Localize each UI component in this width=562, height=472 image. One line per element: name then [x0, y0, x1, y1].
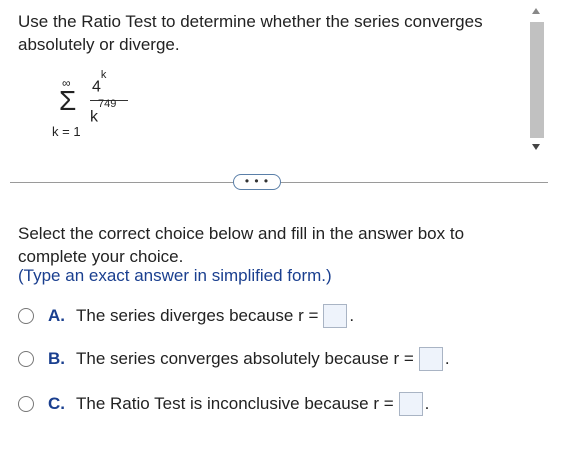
- denominator: k749: [90, 98, 116, 126]
- instructions-text: Select the correct choice below and fill…: [18, 224, 465, 266]
- numerator: 4k: [92, 69, 106, 96]
- scrollbar-thumb[interactable]: [530, 22, 544, 138]
- radio-choice-b[interactable]: [18, 351, 34, 367]
- choice-c-period: .: [424, 394, 430, 413]
- choice-c-text: The Ratio Test is inconclusive because r…: [76, 394, 394, 413]
- choice-b[interactable]: B. The series converges absolutely becau…: [18, 346, 450, 372]
- choice-c[interactable]: C. The Ratio Test is inconclusive becaus…: [18, 391, 429, 417]
- answer-format-hint: (Type an exact answer in simplified form…: [18, 266, 332, 285]
- numerator-base: 4: [92, 78, 101, 96]
- denominator-exponent: 749: [98, 98, 117, 110]
- sigma-symbol: Σ: [59, 85, 77, 116]
- answer-box-a[interactable]: [323, 304, 348, 328]
- choice-c-letter: C.: [48, 394, 65, 413]
- more-options-button[interactable]: • • •: [233, 174, 281, 190]
- scroll-up-arrow-icon[interactable]: [532, 8, 540, 14]
- choice-a[interactable]: A. The series diverges because r = .: [18, 303, 354, 329]
- denominator-base: k: [90, 108, 98, 126]
- choice-b-period: .: [444, 349, 450, 368]
- series-expression: ∞ Σ k = 1 4k k749: [52, 69, 162, 146]
- lower-limit: k = 1: [52, 124, 81, 139]
- choice-a-period: .: [349, 306, 355, 325]
- radio-choice-c[interactable]: [18, 396, 34, 412]
- answer-box-b[interactable]: [418, 347, 443, 371]
- question-prompt: Use the Ratio Test to determine whether …: [18, 12, 483, 54]
- scroll-down-arrow-icon[interactable]: [532, 144, 540, 150]
- numerator-exponent: k: [100, 69, 107, 81]
- radio-choice-a[interactable]: [18, 308, 34, 324]
- choice-b-text: The series converges absolutely because …: [76, 349, 414, 368]
- choice-a-text: The series diverges because r =: [76, 306, 319, 325]
- choice-b-letter: B.: [48, 349, 65, 368]
- answer-box-c[interactable]: [398, 392, 423, 416]
- choice-a-letter: A.: [48, 306, 65, 325]
